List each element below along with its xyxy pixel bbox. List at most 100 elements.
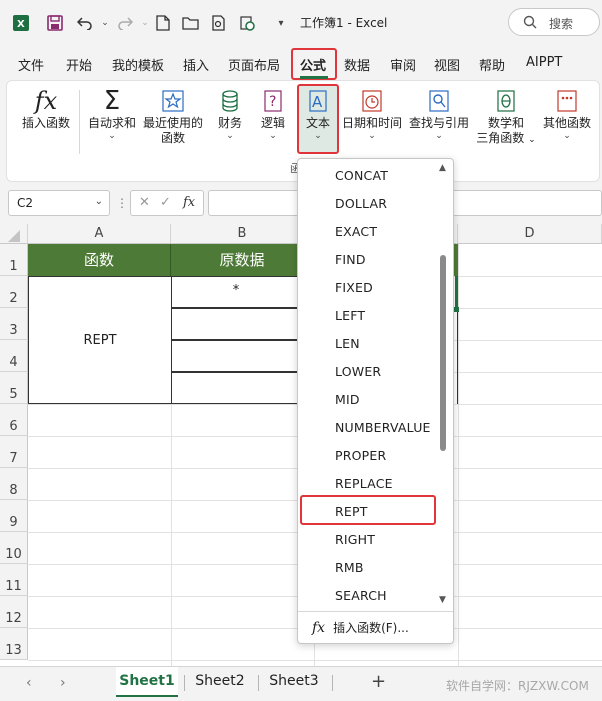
name-box[interactable]: C2 ⌄ bbox=[8, 190, 110, 216]
function-item-right[interactable]: RIGHT bbox=[335, 532, 375, 547]
redo-icon[interactable] bbox=[114, 12, 136, 34]
chevron-down-icon: ⌄ bbox=[528, 135, 536, 145]
tab-help[interactable]: 帮助 bbox=[479, 55, 505, 74]
fx-icon[interactable]: fx bbox=[183, 195, 195, 210]
gridline bbox=[28, 660, 602, 661]
more-functions-button[interactable]: 其他函数 ⌄ bbox=[540, 86, 594, 141]
row-header-6[interactable]: 6 bbox=[0, 404, 28, 436]
cell-a2-merged[interactable]: REPT bbox=[28, 276, 172, 404]
tab-divider bbox=[184, 675, 185, 691]
tab-home[interactable]: 开始 bbox=[66, 55, 92, 74]
tab-insert[interactable]: 插入 bbox=[183, 55, 209, 74]
row-header-10[interactable]: 10 bbox=[0, 532, 28, 564]
undo-dropdown-icon[interactable]: ⌄ bbox=[94, 12, 116, 34]
row-header-12[interactable]: 12 bbox=[0, 596, 28, 628]
cell-b2[interactable]: * bbox=[171, 276, 301, 308]
sheet-tab-sheet2[interactable]: Sheet2 bbox=[190, 667, 250, 697]
column-header-a[interactable]: A bbox=[28, 224, 171, 244]
save-icon[interactable] bbox=[44, 12, 66, 34]
rept-highlight bbox=[300, 495, 436, 525]
row-header-4[interactable]: 4 bbox=[0, 340, 28, 372]
function-item-find[interactable]: FIND bbox=[335, 252, 366, 267]
tab-page-layout[interactable]: 页面布局 bbox=[228, 55, 280, 74]
watermark-text: 软件自学网：RJZXW.COM bbox=[446, 679, 589, 693]
formula-buttons: ✕ ✓ fx bbox=[130, 190, 204, 216]
search-box[interactable]: 搜索 bbox=[508, 8, 600, 36]
function-item-lower[interactable]: LOWER bbox=[335, 364, 381, 379]
cell-b4[interactable] bbox=[171, 340, 301, 372]
tab-divider bbox=[332, 675, 333, 691]
cell-a1[interactable]: 函数 bbox=[28, 244, 171, 276]
row-header-9[interactable]: 9 bbox=[0, 500, 28, 532]
recently-used-button[interactable]: 最近使用的 函数 bbox=[142, 86, 204, 146]
row-header-7[interactable]: 7 bbox=[0, 436, 28, 468]
selection-border bbox=[455, 276, 458, 308]
customize-qat-icon[interactable]: ▾ bbox=[270, 12, 292, 34]
check-icon[interactable]: ✓ bbox=[160, 195, 171, 210]
open-folder-icon[interactable] bbox=[180, 12, 202, 34]
scroll-up-arrow-icon[interactable]: ▲ bbox=[439, 163, 446, 173]
logical-button[interactable]: ? 逻辑 ⌄ bbox=[257, 86, 289, 141]
text-functions-button[interactable]: A 文本 ⌄ bbox=[300, 86, 336, 141]
row-header-2[interactable]: 2 bbox=[0, 276, 28, 308]
dropdown-scrollbar[interactable] bbox=[440, 255, 446, 451]
function-item-left[interactable]: LEFT bbox=[335, 308, 365, 323]
function-item-len[interactable]: LEN bbox=[335, 336, 360, 351]
select-all-corner[interactable] bbox=[0, 224, 28, 244]
autosum-label: 自动求和 bbox=[87, 116, 136, 130]
insert-function-menu-label: 插入函数(F)... bbox=[333, 621, 409, 635]
column-header-d[interactable]: D bbox=[458, 224, 602, 244]
function-item-concat[interactable]: CONCAT bbox=[335, 168, 388, 183]
row-header-5[interactable]: 5 bbox=[0, 372, 28, 404]
function-item-replace[interactable]: REPLACE bbox=[335, 476, 393, 491]
tab-review[interactable]: 审阅 bbox=[390, 55, 416, 74]
insert-function-menu-item[interactable]: fx 插入函数(F)... bbox=[312, 619, 409, 636]
function-item-proper[interactable]: PROPER bbox=[335, 448, 386, 463]
tab-file[interactable]: 文件 bbox=[18, 55, 44, 74]
new-file-icon[interactable] bbox=[152, 12, 174, 34]
refresh-icon[interactable] bbox=[236, 12, 258, 34]
row-header-11[interactable]: 11 bbox=[0, 564, 28, 596]
function-item-search[interactable]: SEARCH bbox=[335, 588, 387, 603]
sheet-tab-sheet3[interactable]: Sheet3 bbox=[264, 667, 324, 697]
cell-b1[interactable]: 原数据 bbox=[171, 244, 314, 276]
dropdown-separator bbox=[298, 611, 453, 612]
column-header-b[interactable]: B bbox=[171, 224, 314, 244]
tab-my-templates[interactable]: 我的模板 bbox=[112, 55, 164, 74]
more-options-icon[interactable]: ⋮ bbox=[116, 196, 128, 210]
function-item-mid[interactable]: MID bbox=[335, 392, 360, 407]
row-header-3[interactable]: 3 bbox=[0, 308, 28, 340]
tab-data[interactable]: 数据 bbox=[344, 55, 370, 74]
date-time-button[interactable]: 日期和时间 ⌄ bbox=[340, 86, 404, 141]
function-item-rmb[interactable]: RMB bbox=[335, 560, 364, 575]
tab-aippt[interactable]: AIPPT bbox=[526, 55, 562, 70]
tab-view[interactable]: 视图 bbox=[434, 55, 460, 74]
math-trig-button[interactable]: 数学和 三角函数 ⌄ bbox=[474, 86, 538, 148]
undo-icon[interactable] bbox=[74, 12, 96, 34]
insert-function-button[interactable]: fx 插入函数 bbox=[20, 86, 72, 131]
add-sheet-button[interactable]: + bbox=[371, 671, 386, 692]
scroll-right-icon[interactable]: › bbox=[60, 675, 66, 691]
sigma-icon: Σ bbox=[103, 86, 121, 116]
function-item-fixed[interactable]: FIXED bbox=[335, 280, 373, 295]
cancel-icon[interactable]: ✕ bbox=[139, 195, 150, 210]
scroll-down-arrow-icon[interactable]: ▼ bbox=[439, 595, 446, 605]
scroll-left-icon[interactable]: ‹ bbox=[26, 675, 32, 691]
sheet-tab-sheet1[interactable]: Sheet1 bbox=[116, 667, 178, 697]
row-header-1[interactable]: 1 bbox=[0, 244, 28, 276]
fill-handle[interactable] bbox=[454, 307, 459, 312]
function-item-exact[interactable]: EXACT bbox=[335, 224, 377, 239]
function-item-numbervalue[interactable]: NUMBERVALUE bbox=[335, 420, 431, 435]
row-header-8[interactable]: 8 bbox=[0, 468, 28, 500]
star-icon bbox=[142, 86, 204, 116]
chevron-down-icon: ⌄ bbox=[94, 196, 103, 207]
text-a-icon: A bbox=[300, 86, 336, 116]
cell-b3[interactable] bbox=[171, 308, 301, 340]
autosum-button[interactable]: Σ 自动求和 ⌄ bbox=[86, 86, 138, 141]
financial-button[interactable]: 财务 ⌄ bbox=[214, 86, 246, 141]
row-header-13[interactable]: 13 bbox=[0, 628, 28, 660]
lookup-reference-button[interactable]: 查找与引用 ⌄ bbox=[408, 86, 470, 141]
cell-b5[interactable] bbox=[171, 372, 301, 404]
function-item-dollar[interactable]: DOLLAR bbox=[335, 196, 387, 211]
print-preview-icon[interactable] bbox=[208, 12, 230, 34]
